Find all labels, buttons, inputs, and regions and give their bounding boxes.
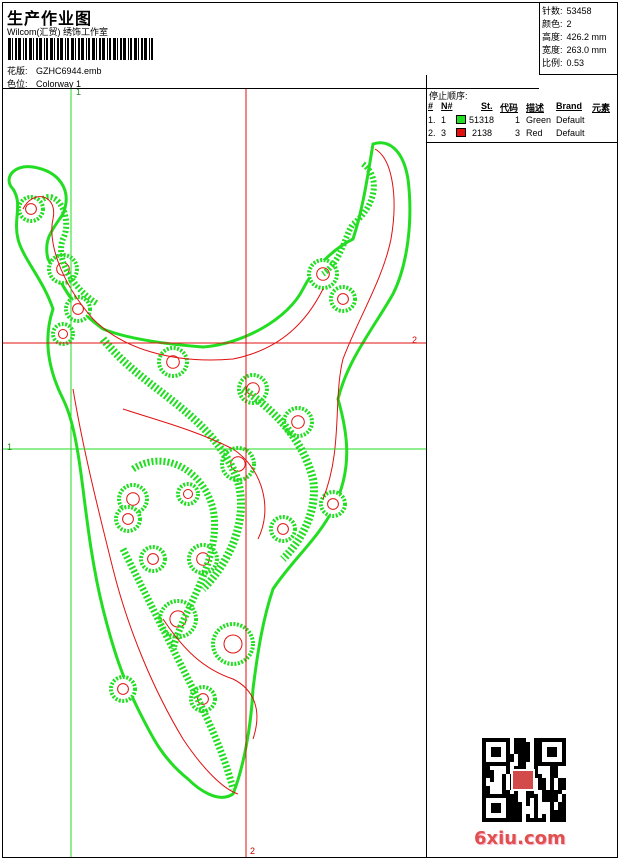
company-name: Wilcom(汇贸) 绣饰工作室 [7, 27, 108, 37]
header: 生产作业图 Wilcom(汇贸) 绣饰工作室 花版: GZHC6944.emb … [2, 2, 539, 89]
stat-stitches: 针数: 53458 [542, 6, 592, 16]
colorway-name: Colorway 1 [36, 79, 82, 89]
axis-label-v2: 2 [250, 846, 256, 856]
swatch-red [456, 128, 466, 137]
col-no: N# [441, 101, 453, 111]
colorway-label: 色位: [7, 79, 28, 89]
barcode [8, 38, 153, 60]
swatch-green [456, 115, 466, 124]
col-element: 元素 [592, 103, 611, 113]
color-sequence-panel: 停止顺序: # N# St. 代码 描述 Brand 元素 1. 1 51318… [427, 89, 618, 143]
design-line: 花版: GZHC6944.emb [7, 64, 102, 77]
watermark-logo: 6xiu.com [474, 828, 566, 849]
axis-label-h1: 1 [7, 442, 13, 452]
col-code: 代码 [500, 103, 519, 113]
col-brand: Brand [556, 101, 583, 111]
design-label: 花版: [7, 66, 28, 76]
stat-scale: 比例: 0.53 [542, 58, 585, 68]
col-stitches: St. [481, 101, 493, 111]
panel-divider [426, 75, 427, 858]
design-file: GZHC6944.emb [36, 66, 102, 76]
axis-label-v1: 1 [76, 89, 82, 97]
stat-width: 宽度: 263.0 mm [542, 45, 607, 55]
embroidery-design [3, 89, 426, 857]
axis-label-h2: 2 [412, 335, 418, 345]
stat-colors: 颜色: 2 [542, 19, 572, 29]
qr-code [482, 738, 566, 822]
stats-panel: 针数: 53458 颜色: 2 高度: 426.2 mm 宽度: 263.0 mm 比例… [539, 2, 618, 75]
stat-height: 高度: 426.2 mm [542, 32, 607, 42]
embroidery-design-area: 1 2 1 2 [3, 89, 426, 857]
col-desc: 描述 [526, 103, 545, 113]
col-hash: # [428, 101, 434, 111]
